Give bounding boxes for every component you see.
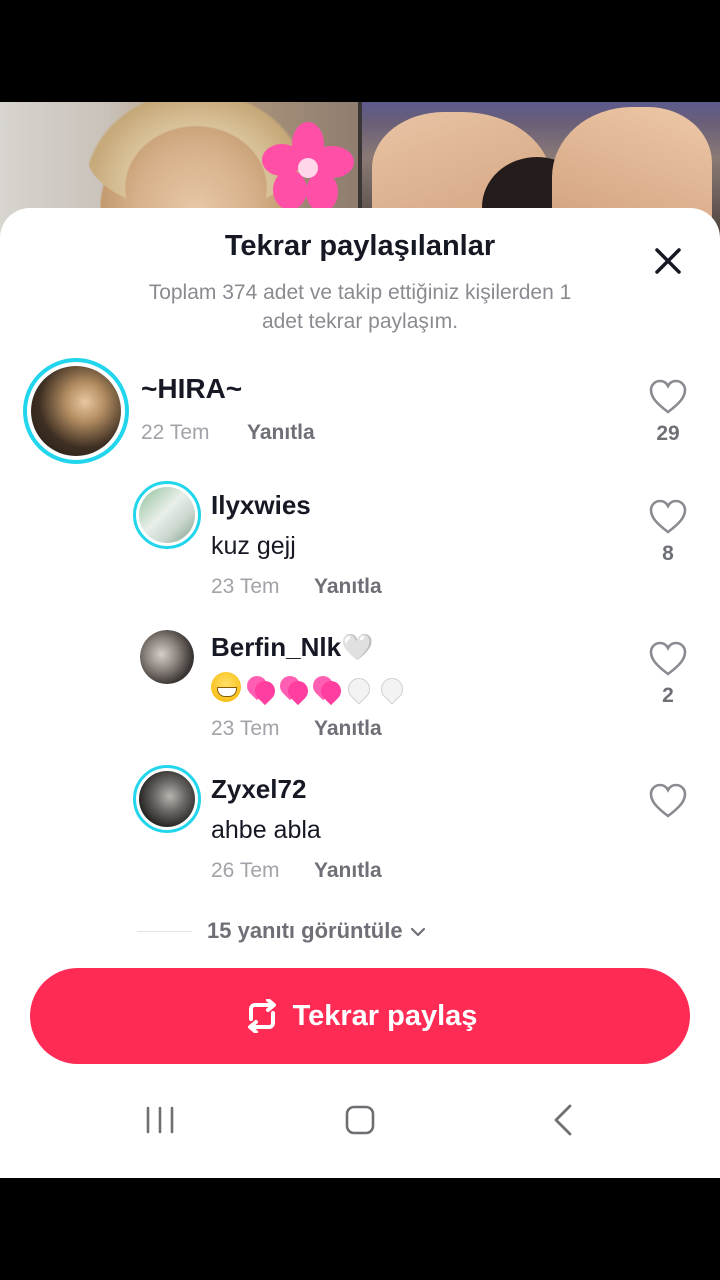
home-icon[interactable]: [344, 1104, 376, 1136]
heart-icon[interactable]: [648, 498, 688, 536]
hearts-emoji-icon: [244, 672, 274, 702]
comment-date: 23 Tem: [211, 575, 280, 598]
white-heart-emoji-icon: [376, 672, 406, 702]
avatar[interactable]: [23, 358, 129, 464]
comment-text: kuz gejj: [211, 532, 296, 560]
hearts-emoji-icon: [277, 672, 307, 702]
close-icon[interactable]: [647, 240, 689, 282]
comment-text: ahbe abla: [211, 816, 321, 844]
comment-username[interactable]: Zyxel72: [211, 774, 306, 805]
white-heart-emoji-icon: [343, 672, 373, 702]
reply-button[interactable]: Yanıtla: [314, 717, 382, 741]
heart-icon[interactable]: [648, 782, 688, 820]
flower-icon: [262, 122, 354, 212]
avatar[interactable]: [133, 765, 201, 833]
like-count: 2: [662, 684, 674, 707]
avatar[interactable]: [140, 630, 194, 684]
recent-apps-icon[interactable]: [144, 1105, 176, 1135]
avatar[interactable]: [133, 481, 201, 549]
comment-username[interactable]: ~HIRA~: [141, 373, 242, 405]
comment-date: 26 Tem: [211, 859, 280, 882]
reply-button[interactable]: Yanıtla: [247, 421, 315, 445]
repost-icon: [247, 999, 276, 1033]
reply-button[interactable]: Yanıtla: [314, 859, 382, 883]
comment-username[interactable]: Ilyxwies: [211, 490, 311, 521]
comment-date: 22 Tem: [141, 421, 210, 444]
reposts-sheet: Tekrar paylaşılanlar Toplam 374 adet ve …: [0, 208, 720, 1178]
heart-icon[interactable]: [648, 378, 688, 416]
system-nav-bar: [0, 1095, 720, 1175]
reply-button[interactable]: Yanıtla: [314, 575, 382, 599]
comment-username[interactable]: Berfin_Nlk🤍: [211, 632, 373, 663]
sheet-title: Tekrar paylaşılanlar: [224, 230, 496, 262]
comment-text: [211, 672, 409, 703]
sheet-subtitle: Toplam 374 adet ve takip ettiğiniz kişil…: [148, 281, 572, 333]
repost-button-label: Tekrar paylaş: [292, 999, 478, 1032]
hearts-emoji-icon: [310, 672, 340, 702]
chevron-down-icon: [410, 928, 425, 937]
like-count: 29: [656, 422, 680, 445]
like-count: 8: [662, 542, 674, 565]
heart-icon[interactable]: [648, 640, 688, 678]
list-fade: [0, 943, 720, 963]
divider: [137, 931, 192, 932]
grin-emoji-icon: [211, 672, 241, 703]
view-replies-link[interactable]: 15 yanıtı görüntüle: [207, 918, 427, 944]
view-replies-label: 15 yanıtı görüntüle: [207, 918, 403, 943]
comment-date: 23 Tem: [211, 717, 280, 740]
back-icon[interactable]: [550, 1103, 576, 1137]
repost-button[interactable]: Tekrar paylaş: [30, 968, 690, 1064]
